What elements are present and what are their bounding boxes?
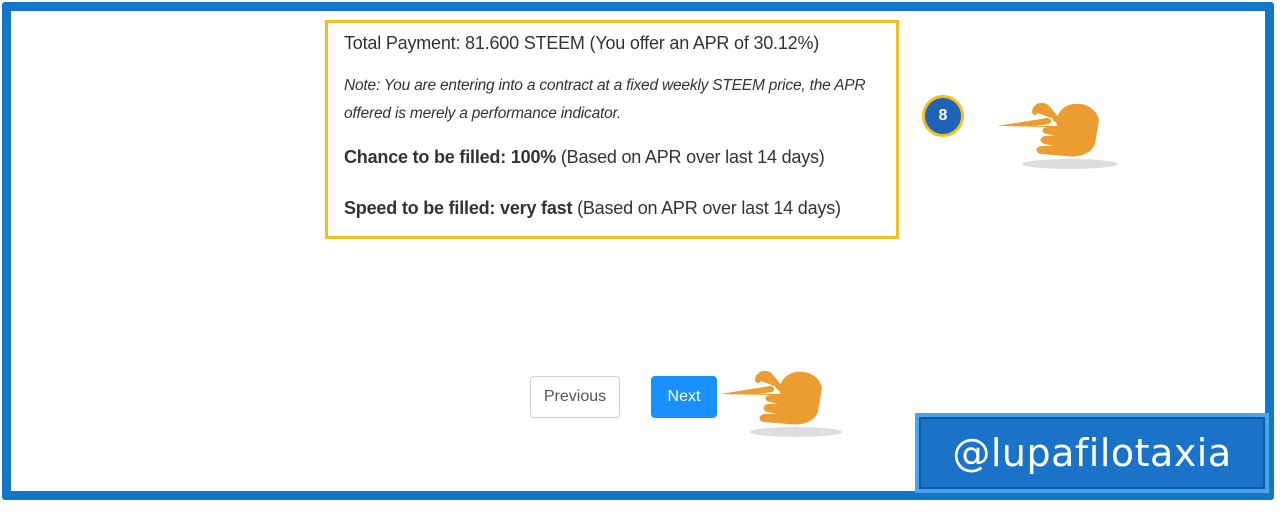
- contract-summary-box: Total Payment: 81.600 STEEM (You offer a…: [325, 20, 899, 239]
- chance-to-fill-line: Chance to be filled: 100% (Based on APR …: [344, 147, 880, 168]
- speed-to-fill-basis: (Based on APR over last 14 days): [572, 198, 841, 218]
- chance-to-fill-basis: (Based on APR over last 14 days): [556, 147, 825, 167]
- speed-to-fill-line: Speed to be filled: very fast (Based on …: [344, 198, 880, 219]
- next-button[interactable]: Next: [651, 376, 717, 418]
- author-watermark: @lupafilotaxia: [915, 413, 1269, 493]
- step-number-badge: 8: [922, 95, 964, 137]
- chance-to-fill-label: Chance to be filled: 100%: [344, 147, 557, 167]
- total-payment-text: Total Payment: 81.600 STEEM (You offer a…: [344, 33, 820, 53]
- pointing-hand-icon: [718, 360, 843, 447]
- speed-to-fill-label: Speed to be filled: very fast: [344, 198, 573, 218]
- previous-button[interactable]: Previous: [530, 376, 620, 418]
- pointing-hand-icon: [995, 96, 1120, 181]
- apr-note-text: Note: You are entering into a contract a…: [344, 77, 866, 122]
